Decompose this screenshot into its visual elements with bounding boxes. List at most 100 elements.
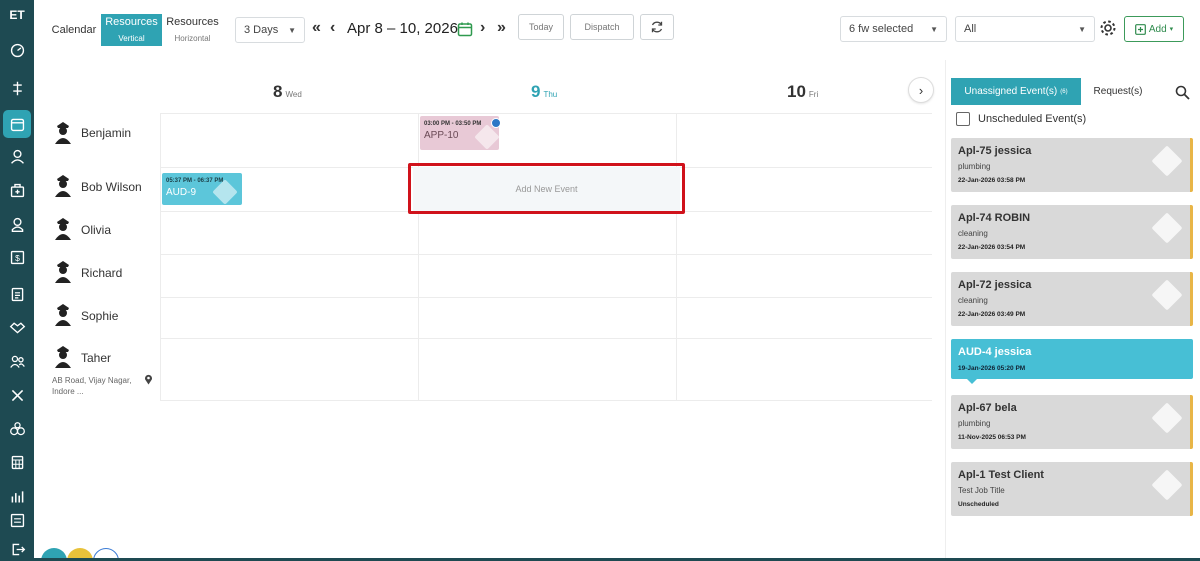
app-root: ET $ Calendar Resources Vertical Resourc… <box>0 0 1200 561</box>
unscheduled-checkbox[interactable] <box>956 112 970 126</box>
card-date: Unscheduled <box>958 501 999 508</box>
days-select-value: 3 Days <box>244 24 279 36</box>
sidebar: ET $ <box>0 0 34 561</box>
tab-requests[interactable]: Request(s) <box>1083 78 1153 105</box>
resources-horizontal-label: Resources <box>166 16 219 28</box>
days-select[interactable]: 3 Days ▼ <box>235 17 305 43</box>
document-icon[interactable] <box>3 280 31 308</box>
unassigned-event-card[interactable]: Apl-75 jessica plumbing 22-Jan-2026 03:5… <box>951 138 1193 192</box>
technician-avatar-icon <box>55 304 71 326</box>
resource-row[interactable]: Bob Wilson <box>46 173 160 213</box>
card-title: Apl-75 jessica <box>958 145 1032 157</box>
gear-icon[interactable] <box>1099 19 1117 37</box>
day-number: 10 <box>787 82 806 101</box>
day-header-wed[interactable]: 8 Wed <box>273 82 302 102</box>
unassigned-event-card-selected[interactable]: AUD-4 jessica 19-Jan-2026 05:20 PM <box>951 339 1193 384</box>
service-watermark-icon <box>474 124 499 150</box>
grid-line <box>160 113 932 114</box>
unassigned-event-card[interactable]: Apl-72 jessica cleaning 22-Jan-2026 03:4… <box>951 272 1193 326</box>
technician-avatar-icon <box>55 175 71 197</box>
filter-select[interactable]: All ▼ <box>955 16 1095 42</box>
event-block[interactable]: 03:00 PM - 03:50 PM APP-10 <box>420 116 499 150</box>
dashboard-icon[interactable] <box>3 36 31 64</box>
double-chevron-right-icon[interactable]: » <box>497 19 506 37</box>
day-header-thu[interactable]: 9 Thu <box>531 82 557 102</box>
dollar-icon[interactable]: $ <box>3 243 31 271</box>
card-job-type: plumbing <box>958 419 991 428</box>
dispatch-button[interactable]: Dispatch <box>570 14 634 40</box>
card-date: 11-Nov-2025 06:53 PM <box>958 434 1026 441</box>
chevron-down-icon: ▾ <box>1169 26 1174 33</box>
logout-icon[interactable] <box>3 535 31 561</box>
card-title: Apl-74 ROBIN <box>958 212 1031 224</box>
forms-icon[interactable] <box>3 506 31 534</box>
event-block[interactable]: 05:37 PM - 06:37 PM AUD-9 <box>162 173 242 205</box>
calendar-icon[interactable] <box>3 110 31 138</box>
card-job-type: Test Job Title <box>958 486 1005 495</box>
tab-unassigned-label: Unassigned Event(s) <box>964 86 1058 97</box>
card-title: Apl-67 bela <box>958 402 1017 414</box>
resources-vertical-button[interactable]: Resources Vertical <box>101 14 162 46</box>
card-date: 22-Jan-2026 03:58 PM <box>958 177 1026 184</box>
handshake-icon[interactable] <box>3 313 31 341</box>
app-logo: ET <box>9 8 25 22</box>
card-date: 22-Jan-2026 03:49 PM <box>958 311 1026 318</box>
tab-unassigned-events[interactable]: Unassigned Event(s) (6) <box>951 78 1081 105</box>
calendar-view-label: Calendar <box>51 24 97 36</box>
resource-name: Taher <box>81 351 112 365</box>
unscheduled-label: Unscheduled Event(s) <box>978 113 1087 125</box>
collapse-panel-button[interactable]: › <box>908 77 934 103</box>
routes-icon[interactable] <box>3 74 31 102</box>
refresh-button[interactable] <box>640 14 674 40</box>
resource-name: Bob Wilson <box>81 180 142 194</box>
chevron-down-icon: ▼ <box>930 24 938 34</box>
double-chevron-left-icon[interactable]: « <box>312 19 321 37</box>
resource-name: Richard <box>81 266 123 280</box>
highlight-annotation-box <box>408 163 685 214</box>
unassigned-event-card[interactable]: Apl-74 ROBIN cleaning 22-Jan-2026 03:54 … <box>951 205 1193 259</box>
tab-unassigned-count: (6) <box>1060 88 1068 95</box>
chevron-left-icon[interactable]: ‹ <box>330 19 335 37</box>
card-job-type: plumbing <box>958 162 991 171</box>
users-icon[interactable] <box>3 347 31 375</box>
group-icon[interactable] <box>3 415 31 443</box>
resources-vertical-sublabel: Vertical <box>118 34 145 43</box>
resource-row[interactable]: Benjamin <box>46 120 160 160</box>
refresh-icon <box>651 21 663 33</box>
resource-row[interactable]: Olivia <box>46 216 160 256</box>
date-range-title: Apr 8 – 10, 2026 <box>347 20 458 37</box>
card-title: Apl-1 Test Client <box>958 469 1044 481</box>
card-job-type: cleaning <box>958 296 988 305</box>
resource-address: AB Road, Vijay Nagar, Indore ... <box>52 376 132 396</box>
today-button[interactable]: Today <box>518 14 564 40</box>
team-icon[interactable] <box>3 142 31 170</box>
resource-row[interactable]: Richard <box>46 259 160 299</box>
field-worker-select-value: 6 fw selected <box>849 23 914 35</box>
svg-text:$: $ <box>15 252 20 262</box>
unassigned-event-card[interactable]: Apl-67 bela plumbing 11-Nov-2025 06:53 P… <box>951 395 1193 449</box>
filter-select-value: All <box>964 23 977 35</box>
technician-avatar-icon <box>55 218 71 240</box>
unassigned-events-panel: Unassigned Event(s) (6) Request(s) Unsche… <box>945 60 1200 558</box>
resource-row[interactable]: Sophie <box>46 302 160 342</box>
dispatch-label: Dispatch <box>584 22 620 32</box>
tools-icon[interactable] <box>3 381 31 409</box>
search-icon[interactable] <box>1175 85 1190 100</box>
add-button[interactable]: Add ▾ <box>1124 16 1184 42</box>
resources-horizontal-button[interactable]: Resources Horizontal <box>162 14 223 46</box>
resources-vertical-label: Resources <box>105 16 158 28</box>
user-icon[interactable] <box>3 210 31 238</box>
day-header-fri[interactable]: 10 Fri <box>787 82 818 102</box>
card-date: 19-Jan-2026 05:20 PM <box>958 365 1026 372</box>
date-picker-icon[interactable] <box>457 21 473 37</box>
unassigned-event-card[interactable]: Apl-1 Test Client Test Job Title Unsched… <box>951 462 1193 516</box>
calculator-icon[interactable] <box>3 448 31 476</box>
chevron-right-icon[interactable]: › <box>480 19 485 37</box>
field-worker-select[interactable]: 6 fw selected ▼ <box>840 16 947 42</box>
grid-line <box>160 297 932 298</box>
today-label: Today <box>528 22 554 32</box>
resource-row[interactable]: Taher AB Road, Vijay Nagar, Indore ... <box>46 344 160 400</box>
location-pin-icon[interactable] <box>144 374 153 385</box>
calendar-view-button[interactable]: Calendar <box>48 14 100 46</box>
briefcase-icon[interactable] <box>3 176 31 204</box>
